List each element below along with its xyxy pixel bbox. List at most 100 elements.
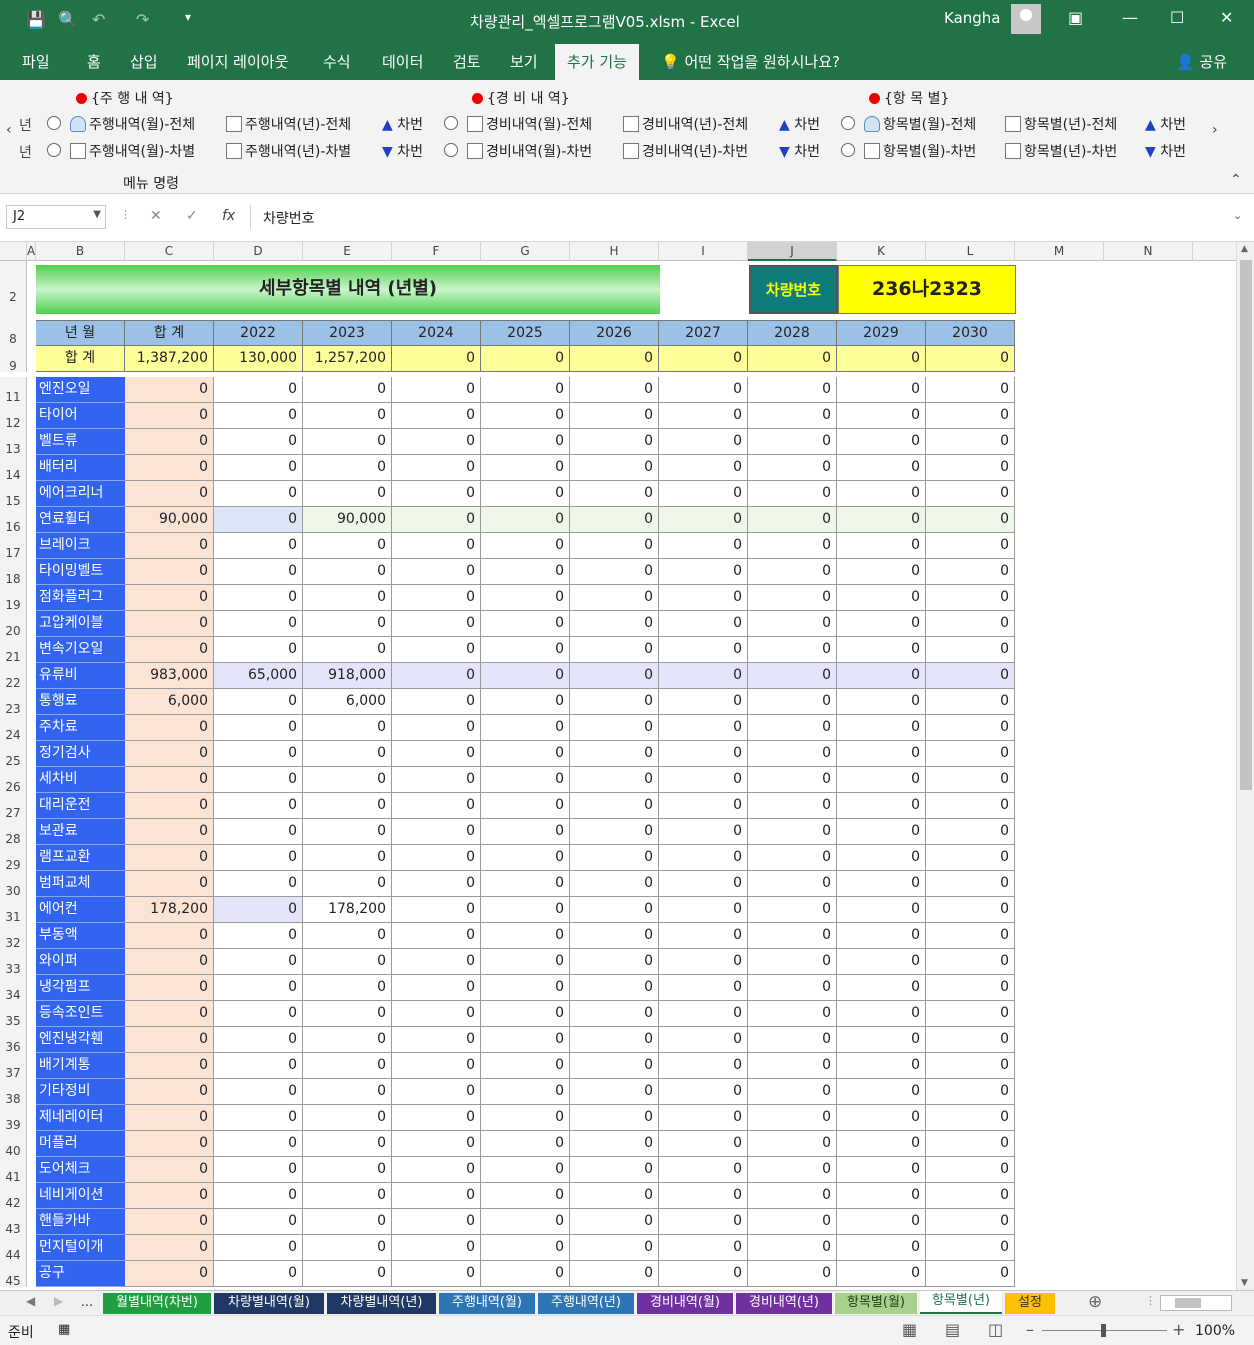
value-cell[interactable]: 0 xyxy=(303,793,392,819)
value-cell[interactable]: 0 xyxy=(303,1209,392,1235)
value-cell[interactable]: 0 xyxy=(837,949,926,975)
value-cell[interactable]: 0 xyxy=(748,845,837,871)
value-cell[interactable]: 0 xyxy=(303,429,392,455)
value-cell[interactable]: 0 xyxy=(303,1261,392,1287)
value-cell[interactable]: 0 xyxy=(837,741,926,767)
row-total-cell[interactable]: 0 xyxy=(125,1183,214,1209)
value-cell[interactable]: 0 xyxy=(392,949,481,975)
value-cell[interactable]: 0 xyxy=(570,1027,659,1053)
menu-car-sort-down[interactable]: ▼ 차번 xyxy=(1145,141,1186,161)
value-cell[interactable]: 0 xyxy=(659,403,748,429)
value-cell[interactable]: 0 xyxy=(214,1235,303,1261)
sheet-tab[interactable]: 항목별(월) xyxy=(835,1293,917,1314)
header-cell[interactable]: 2028 xyxy=(748,320,837,346)
value-cell[interactable]: 0 xyxy=(481,819,570,845)
row-label[interactable]: 주차료 xyxy=(36,715,125,741)
value-cell[interactable]: 0 xyxy=(837,1235,926,1261)
radio-button[interactable] xyxy=(444,143,458,157)
value-cell[interactable]: 0 xyxy=(837,1053,926,1079)
value-cell[interactable]: 0 xyxy=(392,637,481,663)
value-cell[interactable]: 0 xyxy=(303,1053,392,1079)
value-cell[interactable]: 0 xyxy=(926,507,1015,533)
value-cell[interactable]: 0 xyxy=(481,1105,570,1131)
print-preview-icon[interactable]: 🔍 xyxy=(58,10,78,32)
value-cell[interactable]: 0 xyxy=(481,1027,570,1053)
value-cell[interactable]: 0 xyxy=(926,663,1015,689)
value-cell[interactable]: 0 xyxy=(748,663,837,689)
value-cell[interactable]: 0 xyxy=(659,1157,748,1183)
normal-view-icon[interactable]: ▦ xyxy=(902,1320,917,1339)
column-header[interactable]: K xyxy=(837,242,926,261)
value-cell[interactable]: 0 xyxy=(481,897,570,923)
value-cell[interactable]: 0 xyxy=(570,1079,659,1105)
value-cell[interactable]: 0 xyxy=(659,1079,748,1105)
value-cell[interactable]: 0 xyxy=(926,949,1015,975)
value-cell[interactable]: 0 xyxy=(481,1235,570,1261)
value-cell[interactable]: 0 xyxy=(748,871,837,897)
row-total-cell[interactable]: 0 xyxy=(125,819,214,845)
value-cell[interactable]: 0 xyxy=(659,663,748,689)
value-cell[interactable]: 0 xyxy=(748,975,837,1001)
value-cell[interactable]: 0 xyxy=(392,897,481,923)
value-cell[interactable]: 0 xyxy=(392,507,481,533)
value-cell[interactable]: 0 xyxy=(303,585,392,611)
value-cell[interactable]: 0 xyxy=(481,637,570,663)
row-label[interactable]: 먼지털이개 xyxy=(36,1235,125,1261)
row-header[interactable]: 26 xyxy=(0,767,27,794)
menu-item-month-car[interactable]: 항목별(월)-차번 xyxy=(864,141,976,161)
scroll-down-icon[interactable]: ▼ xyxy=(1241,1278,1248,1288)
tab-file[interactable]: 파일 xyxy=(22,51,50,72)
row-total-cell[interactable]: 983,000 xyxy=(125,663,214,689)
value-cell[interactable]: 0 xyxy=(392,455,481,481)
column-header[interactable]: F xyxy=(392,242,481,261)
row-header[interactable]: 34 xyxy=(0,975,27,1002)
value-cell[interactable]: 0 xyxy=(837,1027,926,1053)
value-cell[interactable]: 178,200 xyxy=(303,897,392,923)
row-label[interactable]: 연료휠터 xyxy=(36,507,125,533)
row-total-cell[interactable]: 0 xyxy=(125,377,214,403)
value-cell[interactable]: 0 xyxy=(392,819,481,845)
row-label[interactable]: 범퍼교체 xyxy=(36,871,125,897)
sheet-tab[interactable]: 설정 xyxy=(1005,1293,1055,1314)
value-cell[interactable]: 0 xyxy=(748,767,837,793)
value-cell[interactable]: 0 xyxy=(392,585,481,611)
page-break-view-icon[interactable]: ◫ xyxy=(988,1320,1003,1339)
menu-item-year-car[interactable]: 항목별(년)-차번 xyxy=(1005,141,1117,161)
value-cell[interactable]: 0 xyxy=(570,1105,659,1131)
row-total-cell[interactable]: 0 xyxy=(125,975,214,1001)
value-cell[interactable]: 0 xyxy=(926,377,1015,403)
value-cell[interactable]: 0 xyxy=(926,923,1015,949)
zoom-in-icon[interactable]: + xyxy=(1172,1320,1185,1339)
value-cell[interactable]: 0 xyxy=(659,845,748,871)
column-header[interactable]: C xyxy=(125,242,214,261)
value-cell[interactable]: 0 xyxy=(481,507,570,533)
macro-record-icon[interactable]: ▦ xyxy=(58,1322,70,1337)
value-cell[interactable]: 0 xyxy=(837,1131,926,1157)
value-cell[interactable]: 0 xyxy=(570,1131,659,1157)
value-cell[interactable]: 0 xyxy=(659,1001,748,1027)
value-cell[interactable]: 0 xyxy=(837,429,926,455)
value-cell[interactable]: 0 xyxy=(303,637,392,663)
value-cell[interactable]: 0 xyxy=(659,1261,748,1287)
cancel-icon[interactable]: ✕ xyxy=(150,208,162,224)
value-cell[interactable]: 0 xyxy=(659,715,748,741)
row-total-cell[interactable]: 0 xyxy=(125,949,214,975)
value-cell[interactable]: 0 xyxy=(659,1131,748,1157)
value-cell[interactable]: 0 xyxy=(481,377,570,403)
value-cell[interactable]: 0 xyxy=(659,897,748,923)
value-cell[interactable]: 0 xyxy=(570,1209,659,1235)
header-cell[interactable]: 2029 xyxy=(837,320,926,346)
row-label[interactable]: 세차비 xyxy=(36,767,125,793)
menu-expense-month-car[interactable]: 경비내역(월)-차번 xyxy=(467,141,592,161)
value-cell[interactable]: 0 xyxy=(214,1001,303,1027)
value-cell[interactable]: 0 xyxy=(926,845,1015,871)
save-icon[interactable]: 💾 xyxy=(26,10,46,32)
value-cell[interactable]: 0 xyxy=(392,1001,481,1027)
value-cell[interactable]: 0 xyxy=(659,1183,748,1209)
row-label[interactable]: 정기검사 xyxy=(36,741,125,767)
value-cell[interactable]: 0 xyxy=(926,1105,1015,1131)
value-cell[interactable]: 0 xyxy=(481,741,570,767)
value-cell[interactable]: 0 xyxy=(926,741,1015,767)
value-cell[interactable]: 0 xyxy=(748,715,837,741)
value-cell[interactable]: 0 xyxy=(214,377,303,403)
